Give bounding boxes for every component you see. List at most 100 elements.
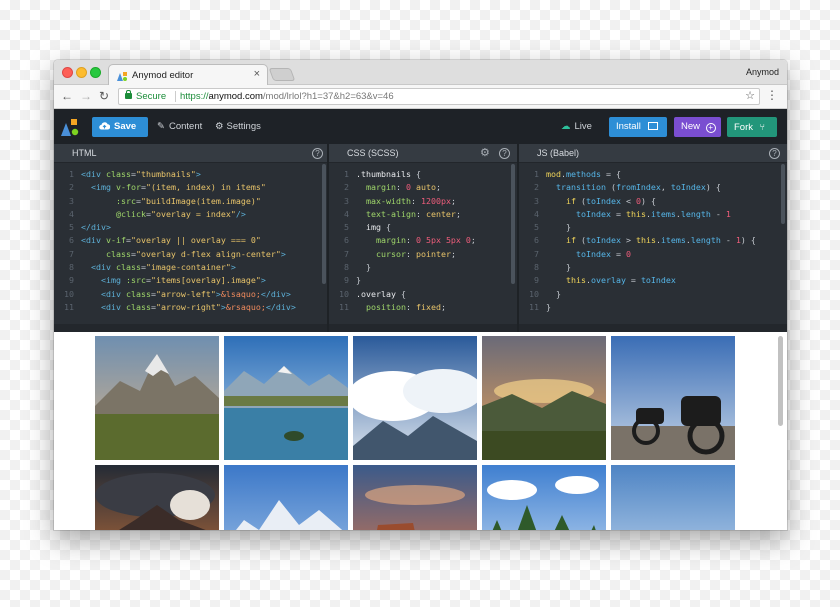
code-token: class bbox=[125, 301, 151, 312]
html-help-icon[interactable]: ? bbox=[312, 148, 323, 159]
code-line[interactable]: 3 if (toIndex < 0) { bbox=[519, 195, 787, 208]
thumbnail-volcano-clouds[interactable] bbox=[95, 465, 219, 530]
live-status[interactable]: ☁ Live bbox=[561, 117, 592, 137]
tab-close-icon[interactable]: × bbox=[254, 68, 260, 80]
code-line[interactable]: 3 :src="buildImage(item.image)" bbox=[54, 195, 327, 208]
code-token: this bbox=[565, 275, 586, 286]
code-line[interactable]: 1 <div class="thumbnails"> bbox=[54, 168, 327, 181]
bookmark-star-icon[interactable]: ☆ bbox=[745, 89, 755, 102]
thumbnail-alpine-lake[interactable] bbox=[224, 336, 348, 460]
css-pane[interactable]: CSS (SCSS) ⚙ ? 1 .thumbnails {2 margin: 0… bbox=[329, 144, 517, 332]
code-line[interactable]: 9} bbox=[329, 274, 517, 287]
code-line[interactable]: 4 toIndex = this.items.length - 1 bbox=[519, 208, 787, 221]
thumbnail-pine-forest[interactable] bbox=[482, 465, 606, 530]
code-line[interactable]: 1 .thumbnails { bbox=[329, 168, 517, 181]
js-help-icon[interactable]: ? bbox=[769, 148, 780, 159]
reload-icon[interactable]: ↻ bbox=[99, 89, 109, 103]
thumbnail-desert-mesa[interactable] bbox=[353, 465, 477, 530]
code-token: { bbox=[400, 288, 406, 299]
minimize-window-button[interactable] bbox=[76, 67, 87, 78]
code-line[interactable]: 1 mod.methods = { bbox=[519, 168, 787, 181]
code-line[interactable]: 11 position: fixed; bbox=[329, 301, 517, 314]
code-line[interactable]: 7 cursor: pointer; bbox=[329, 248, 517, 261]
code-line[interactable]: 11} bbox=[519, 301, 787, 314]
code-token: } bbox=[356, 262, 371, 273]
code-line[interactable]: 3 max-width: 1200px; bbox=[329, 195, 517, 208]
code-line[interactable]: 5 </div> bbox=[54, 221, 327, 234]
code-token: <div bbox=[81, 235, 106, 246]
thumbnail-sunset-valley[interactable] bbox=[482, 336, 606, 460]
code-line[interactable]: 2 transition (fromIndex, toIndex) { bbox=[519, 181, 787, 194]
new-tab-button[interactable] bbox=[268, 68, 296, 81]
html-code[interactable]: 1 <div class="thumbnails"> 2 <img v-for="(… bbox=[54, 168, 327, 314]
line-number: 8 bbox=[344, 262, 349, 273]
code-token: <div bbox=[100, 301, 126, 312]
code-line[interactable]: 7 toIndex = 0 bbox=[519, 248, 787, 261]
preview-scrollbar[interactable] bbox=[778, 336, 783, 426]
code-line[interactable]: 7 class="overlay d-flex align-center"> bbox=[54, 248, 327, 261]
browser-tab[interactable]: Anymod editor × bbox=[108, 64, 268, 86]
code-line[interactable]: 11 <div class="arrow-right">&rsaquo;</di… bbox=[54, 301, 327, 314]
code-line[interactable]: 8 } bbox=[329, 261, 517, 274]
save-button[interactable]: Save bbox=[92, 117, 148, 137]
install-button[interactable]: Install bbox=[609, 117, 667, 137]
thumbnail-mountain-peak-meadow[interactable] bbox=[95, 336, 219, 460]
css-hscroll[interactable] bbox=[329, 324, 517, 332]
line-number: 4 bbox=[344, 208, 349, 219]
forward-icon[interactable]: → bbox=[80, 89, 92, 103]
code-line[interactable]: 5 } bbox=[519, 221, 787, 234]
code-line[interactable]: 8 <div class="image-container"> bbox=[54, 261, 327, 274]
code-line[interactable]: 2 <img v-for="(item, index) in items" bbox=[54, 181, 327, 194]
css-code[interactable]: 1 .thumbnails {2 margin: 0 auto; 3 max-wid… bbox=[329, 168, 517, 314]
pencil-icon: ✎ bbox=[157, 121, 165, 132]
html-hscroll[interactable] bbox=[54, 324, 327, 332]
code-line[interactable]: 10 <div class="arrow-left">&lsaquo;</div… bbox=[54, 288, 327, 301]
html-scrollbar[interactable] bbox=[322, 164, 326, 284]
profile-name[interactable]: Anymod bbox=[746, 67, 779, 77]
code-token: this bbox=[635, 235, 656, 246]
code-token: "overlay d-flex align-center" bbox=[135, 248, 281, 259]
js-scrollbar[interactable] bbox=[781, 164, 785, 224]
css-help-icon[interactable]: ? bbox=[499, 148, 510, 159]
code-line[interactable]: 6 margin: 0 5px 5px 0; bbox=[329, 234, 517, 247]
thumbnail-clouds-over-peaks[interactable] bbox=[353, 336, 477, 460]
code-line[interactable]: 2 margin: 0 auto; bbox=[329, 181, 517, 194]
code-line[interactable]: 4 text-align: center; bbox=[329, 208, 517, 221]
content-tab[interactable]: ✎ Content bbox=[157, 117, 202, 137]
close-window-button[interactable] bbox=[62, 67, 73, 78]
anymod-logo-icon[interactable] bbox=[60, 117, 80, 137]
thumbnail-hazy-sky[interactable] bbox=[611, 465, 735, 530]
new-button[interactable]: New + bbox=[674, 117, 721, 137]
thumbnail-snowy-range[interactable] bbox=[224, 465, 348, 530]
css-pane-title: CSS (SCSS) bbox=[347, 148, 399, 158]
code-line[interactable]: 8 } bbox=[519, 261, 787, 274]
line-number: 7 bbox=[344, 248, 349, 259]
browser-menu-icon[interactable]: ⋮ bbox=[766, 88, 778, 102]
code-line[interactable]: 10 .overlay { bbox=[329, 288, 517, 301]
fork-button[interactable]: Fork ⑂ bbox=[727, 117, 777, 137]
js-code[interactable]: 1 mod.methods = {2 transition (fromIndex,… bbox=[519, 168, 787, 314]
thumbnail-motorcycles[interactable] bbox=[611, 336, 735, 460]
css-settings-gear-icon[interactable]: ⚙ bbox=[480, 146, 490, 159]
css-scrollbar[interactable] bbox=[511, 164, 515, 284]
back-icon[interactable]: ← bbox=[61, 89, 73, 103]
code-line[interactable]: 6 <div v-if="overlay || overlay === 0" bbox=[54, 234, 327, 247]
code-line[interactable]: 6 if (toIndex > this.items.length - 1) { bbox=[519, 234, 787, 247]
code-line[interactable]: 9 this.overlay = toIndex bbox=[519, 274, 787, 287]
code-token: items bbox=[650, 208, 676, 219]
url-field[interactable]: Secure https://anymod.com/mod/lrlol?h1=3… bbox=[118, 88, 760, 105]
js-hscroll[interactable] bbox=[519, 324, 787, 332]
zoom-window-button[interactable] bbox=[90, 67, 101, 78]
code-token: < bbox=[620, 195, 636, 206]
js-pane[interactable]: JS (Babel) ? 1 mod.methods = {2 transitio… bbox=[519, 144, 787, 332]
code-line[interactable]: 10 } bbox=[519, 288, 787, 301]
code-line[interactable]: 4 @click="overlay = index"/> bbox=[54, 208, 327, 221]
code-line[interactable]: 5 img { bbox=[329, 221, 517, 234]
code-token: center bbox=[425, 208, 456, 219]
html-pane[interactable]: HTML ? 1 <div class="thumbnails"> 2 <img v… bbox=[54, 144, 327, 332]
line-number: 8 bbox=[69, 262, 74, 273]
settings-tab[interactable]: ⚙ Settings bbox=[215, 117, 261, 137]
code-line[interactable]: 9 <img :src="items[overlay].image"> bbox=[54, 274, 327, 287]
fork-label: Fork bbox=[734, 122, 753, 133]
